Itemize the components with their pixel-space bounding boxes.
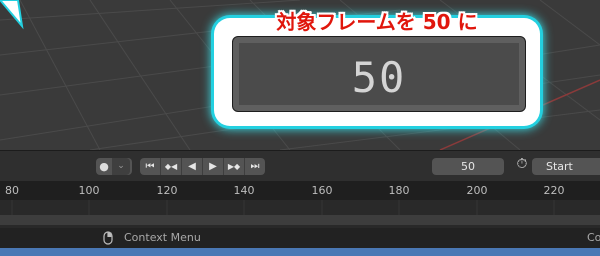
timeline-track[interactable] [0, 200, 600, 228]
context-menu-hint: Context Menu [124, 231, 201, 244]
stopwatch-icon[interactable]: ⏱ [512, 156, 532, 176]
status-bar: Context Menu Co [0, 228, 600, 248]
jump-to-end-icon[interactable]: ⏭ [245, 158, 265, 175]
ruler-tick: 120 [156, 184, 178, 197]
zoomed-frame-value: 50 [351, 53, 407, 102]
play-reverse-icon[interactable]: ◀ [182, 158, 203, 175]
jump-to-start-icon[interactable]: ⏮ [140, 158, 161, 175]
status-right-text: Co [587, 231, 600, 244]
ruler-tick: 220 [543, 184, 565, 197]
auto-keying-button[interactable]: ● ⌄ [96, 158, 132, 175]
callout-tail [0, 0, 24, 30]
playback-controls: ⏮ ◆◀ ◀ ▶ ▶◆ ⏭ [140, 158, 265, 175]
ruler-tick: 160 [311, 184, 333, 197]
next-keyframe-icon[interactable]: ▶◆ [224, 158, 245, 175]
ruler-tick: 180 [388, 184, 410, 197]
callout-title: 対象フレームを 50 に [276, 10, 478, 34]
chevron-down-icon[interactable]: ⌄ [112, 158, 130, 175]
callout-bubble: 対象フレームを 50 に 50 [214, 10, 540, 126]
ruler-tick: 200 [466, 184, 488, 197]
3d-viewport[interactable]: 対象フレームを 50 に 50 [0, 0, 600, 150]
start-frame-field[interactable]: Start [532, 158, 600, 175]
zoomed-frame-field: 50 [232, 36, 526, 112]
timeline-ruler[interactable]: 80 100 120 140 160 180 200 220 [0, 181, 600, 200]
track-gridlines [11, 200, 555, 215]
record-icon: ● [99, 160, 109, 173]
play-icon[interactable]: ▶ [203, 158, 224, 175]
timeline-header: ● ⌄ ⏮ ◆◀ ◀ ▶ ▶◆ ⏭ 50 ⏱ Start [0, 150, 600, 181]
current-frame-field[interactable]: 50 [432, 158, 504, 175]
mouse-icon [103, 231, 113, 245]
ruler-tick: 100 [78, 184, 100, 197]
bottom-accent-strip [0, 248, 600, 256]
ruler-tick: 140 [233, 184, 255, 197]
timeline-scrollbar[interactable] [0, 215, 600, 225]
ruler-tick: 80 [5, 184, 19, 197]
prev-keyframe-icon[interactable]: ◆◀ [161, 158, 182, 175]
